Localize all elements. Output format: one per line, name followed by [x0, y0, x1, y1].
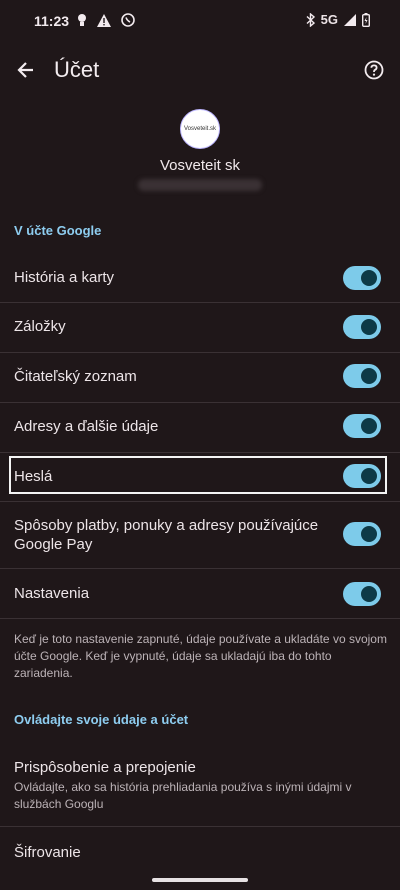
toggle-payments[interactable]: [343, 522, 381, 546]
warning-icon: [97, 13, 111, 27]
gesture-nav-handle[interactable]: [152, 878, 248, 882]
signal-icon: [344, 13, 356, 26]
arrow-back-icon: [17, 62, 33, 78]
app-bar: Účet: [0, 44, 400, 96]
sync-row-settings[interactable]: Nastavenia: [0, 569, 400, 617]
notification-icons: [77, 13, 135, 27]
battery-icon: [362, 12, 370, 27]
divider: [0, 618, 400, 619]
status-right: 5G: [306, 12, 370, 27]
avatar-logo-text: Vosveteit.sk: [183, 126, 216, 132]
back-button[interactable]: [12, 56, 40, 84]
toggle-addresses[interactable]: [343, 414, 381, 438]
bluetooth-icon: [306, 12, 315, 27]
status-bar: 11:23 5G: [0, 0, 400, 44]
personalize-description: Ovládajte, ako sa história prehliadania …: [14, 780, 352, 811]
row-label: Záložky: [14, 318, 66, 335]
encryption-title: Šifrovanie: [14, 844, 81, 861]
help-icon: [364, 60, 384, 80]
account-email-redacted: [138, 179, 262, 191]
row-label: Čitateľský zoznam: [14, 368, 137, 385]
toggle-bookmarks[interactable]: [343, 315, 381, 339]
row-label: Nastavenia: [14, 585, 90, 602]
toggle-thumb: [361, 526, 377, 542]
personalize-item[interactable]: Prispôsobenie a prepojenie Ovládajte, ak…: [0, 748, 400, 826]
avatar: Vosveteit.sk: [180, 109, 220, 149]
highlight-frame: [9, 456, 387, 494]
page-title: Účet: [54, 57, 100, 82]
row-label: Spôsoby platby, ponuky a adresy používaj…: [14, 517, 319, 553]
personalize-title: Prispôsobenie a prepojenie: [14, 759, 196, 776]
toggle-thumb: [361, 418, 377, 434]
toggle-thumb: [361, 586, 377, 602]
toggle-reading-list[interactable]: [343, 364, 381, 388]
toggle-thumb: [361, 270, 377, 286]
account-name: Vosveteit sk: [159, 157, 241, 174]
sync-row-reading-list[interactable]: Čitateľský zoznam: [0, 353, 400, 403]
sync-row-history[interactable]: História a karty: [0, 253, 400, 303]
network-type: 5G: [320, 12, 338, 27]
bulb-icon: [78, 14, 86, 26]
section-header-control: Ovládajte svoje údaje a účet: [14, 712, 189, 727]
sync-row-payments[interactable]: Spôsoby platby, ponuky a adresy používaj…: [0, 502, 400, 568]
row-label: Adresy a ďalšie údaje: [14, 418, 159, 435]
section-header-google: V účte Google: [14, 223, 102, 238]
status-time: 11:23: [34, 13, 70, 29]
sync-row-addresses[interactable]: Adresy a ďalšie údaje: [0, 403, 400, 453]
viber-icon: [121, 13, 135, 27]
sync-footnote: Keď je toto nastavenie zapnuté, údaje po…: [14, 632, 387, 680]
help-button[interactable]: [360, 56, 388, 84]
toggle-settings[interactable]: [343, 582, 381, 606]
row-label: História a karty: [14, 269, 115, 286]
toggle-thumb: [361, 319, 377, 335]
toggle-history[interactable]: [343, 266, 381, 290]
encryption-item[interactable]: Šifrovanie: [0, 827, 400, 873]
toggle-thumb: [361, 368, 377, 384]
sync-row-bookmarks[interactable]: Záložky: [0, 303, 400, 353]
